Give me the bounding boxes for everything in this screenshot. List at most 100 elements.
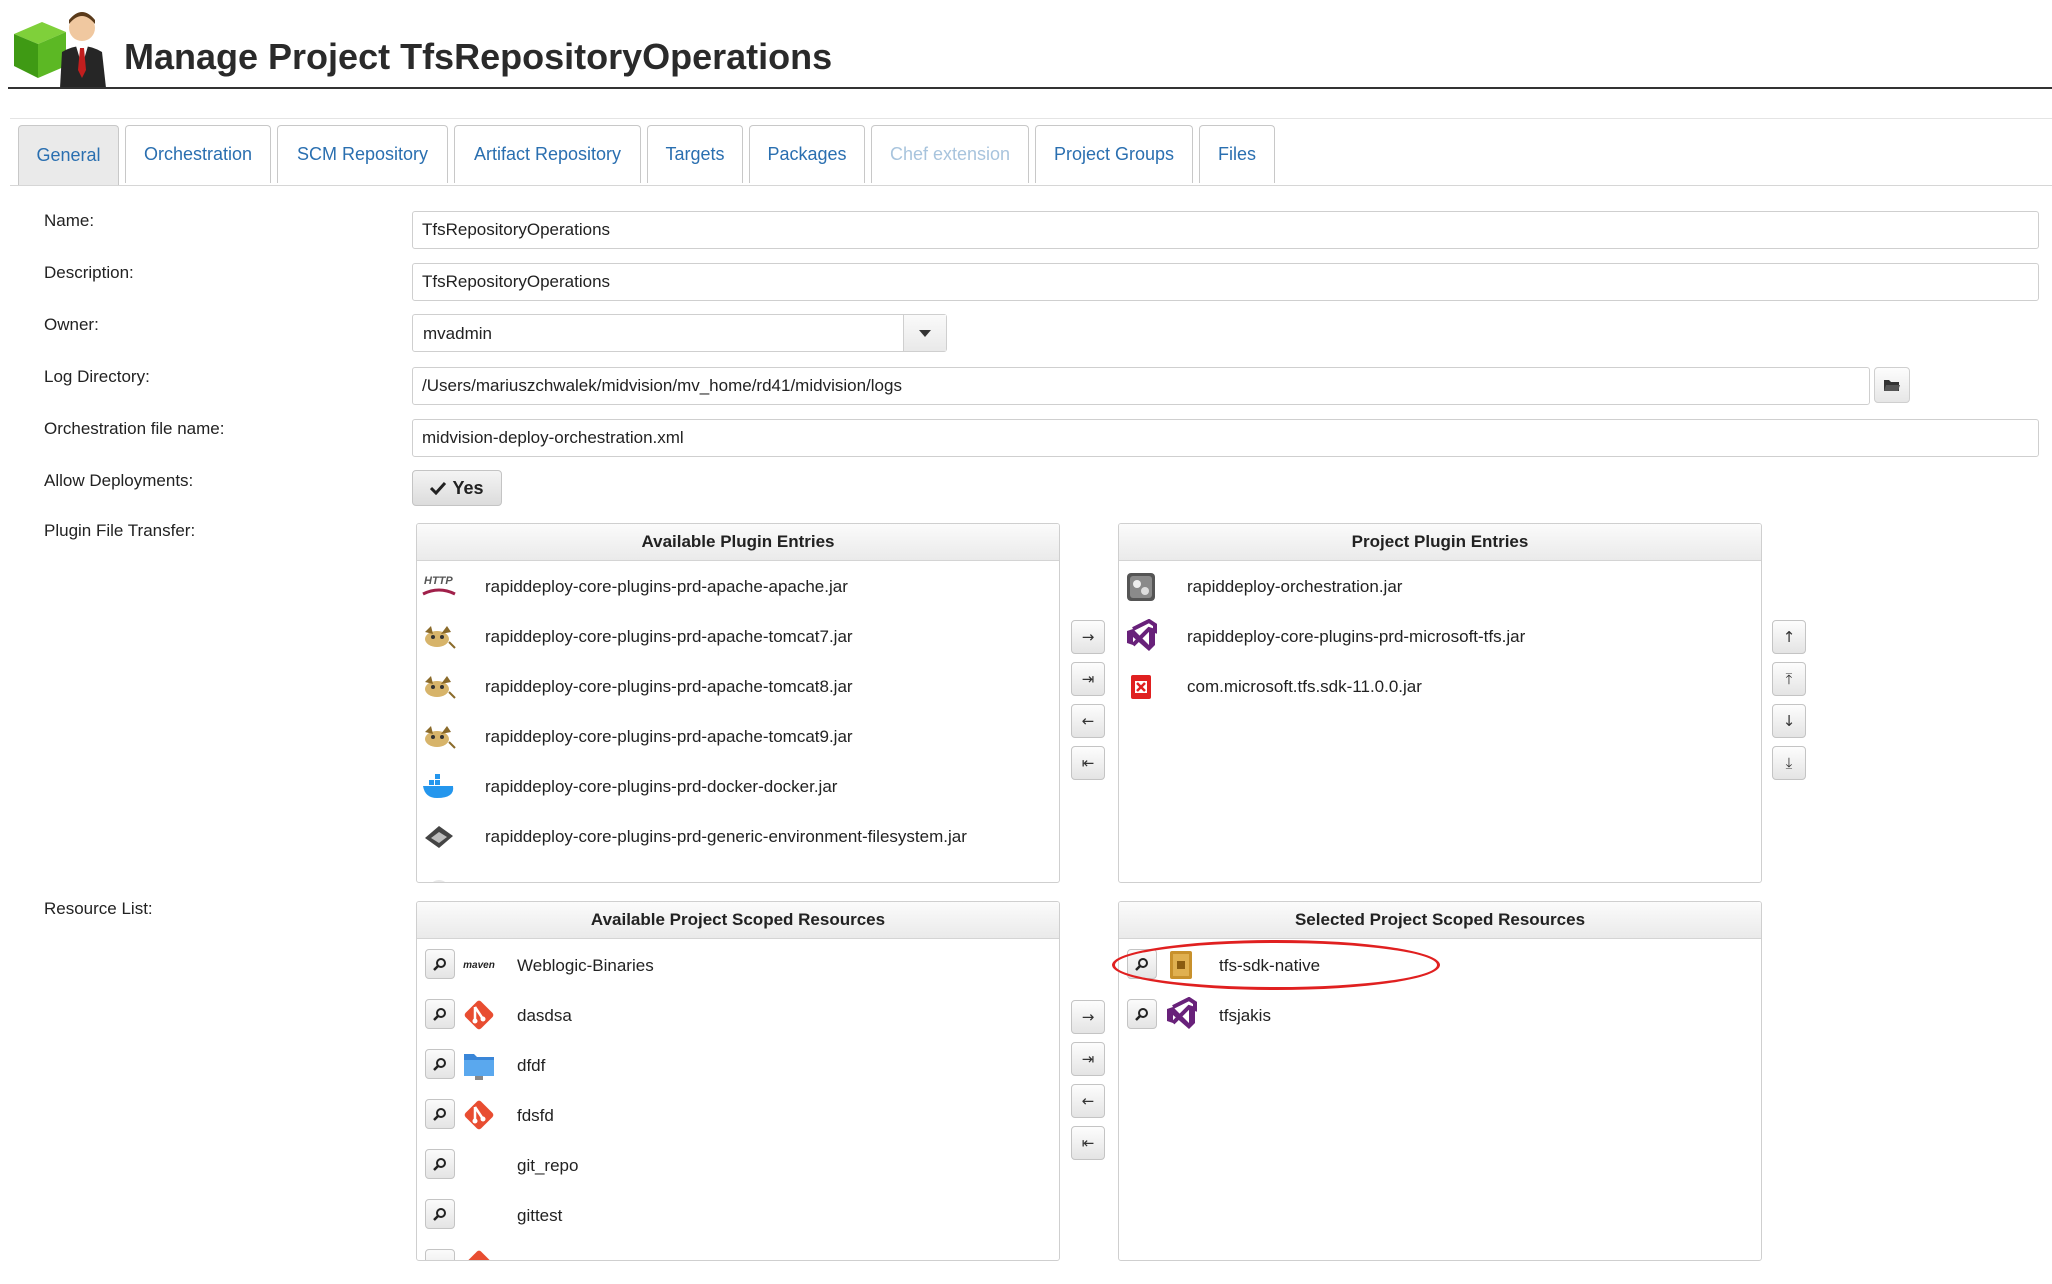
search-icon	[433, 1208, 446, 1221]
git-icon	[461, 1097, 497, 1133]
tab-targets[interactable]: Targets	[647, 125, 743, 183]
list-item[interactable]: HTTP rapiddeploy-core-plugins-prd-apache…	[417, 565, 1057, 609]
description-label: Description:	[44, 263, 134, 282]
move-top-button[interactable]: ⤒	[1772, 662, 1806, 696]
tab-scm-repository[interactable]: SCM Repository	[277, 125, 448, 183]
move-all-resources-right-button[interactable]: ⇥	[1071, 1042, 1105, 1076]
available-plugins-title: Available Plugin Entries	[417, 524, 1059, 561]
view-details-button[interactable]	[425, 1149, 455, 1179]
view-details-button	[425, 1249, 455, 1260]
tab-general[interactable]: General	[18, 125, 119, 185]
gear-icon	[421, 869, 457, 882]
log-directory-field[interactable]	[412, 367, 1870, 405]
list-item[interactable]: rapiddeploy-core-plugins-prd-generic-env…	[417, 815, 1057, 859]
list-item[interactable]: rapiddeploy-orchestration.jar	[1119, 565, 1759, 609]
available-resources-title: Available Project Scoped Resources	[417, 902, 1059, 939]
plugin-label: rapiddeploy-core-plugins-prd-apache-tomc…	[485, 727, 853, 746]
list-item[interactable]: rapiddeploy-core-plugins-prd-apache-tomc…	[417, 715, 1057, 759]
resource-label: git_repo	[517, 1156, 579, 1175]
plugin-label: rapiddeploy-core-plugins-prd-apache-apac…	[485, 577, 848, 596]
plugin-label: com.microsoft.tfs.sdk-11.0.0.jar	[1187, 677, 1422, 696]
svg-text:HTTP: HTTP	[424, 575, 453, 587]
view-details-button[interactable]	[1127, 999, 1157, 1029]
list-item[interactable]: rapiddeploy-core-plugins-prd-apache-tomc…	[417, 615, 1057, 659]
list-item[interactable]: tfsjakis	[1119, 993, 1759, 1037]
allow-deployments-label: Allow Deployments:	[44, 471, 194, 490]
plugin-label: rapiddeploy-core-plugins-prd-docker-dock…	[485, 777, 838, 796]
search-icon	[433, 1158, 446, 1171]
resource-label: fdsfd	[517, 1106, 554, 1125]
list-item-partial	[417, 1243, 1057, 1260]
plugin-label: rapiddeploy-core-plugins-prd-apache-tomc…	[485, 677, 853, 696]
name-field[interactable]	[412, 211, 2039, 249]
description-field[interactable]	[412, 263, 2039, 301]
visual-studio-icon	[1163, 997, 1199, 1033]
tab-project-groups[interactable]: Project Groups	[1035, 125, 1193, 183]
search-icon	[433, 958, 446, 971]
move-resource-left-button[interactable]: ←	[1071, 1084, 1105, 1118]
plugin-label: rapiddeploy-core-plugins-prd-generic-env…	[485, 827, 967, 846]
name-label: Name:	[44, 211, 95, 230]
move-all-resources-left-button[interactable]: ⇤	[1071, 1126, 1105, 1160]
resource-label: Weblogic-Binaries	[517, 956, 654, 975]
move-all-left-button[interactable]: ⇤	[1071, 746, 1105, 780]
orchestration-file-field[interactable]	[412, 419, 2039, 457]
tab-artifact-repository[interactable]: Artifact Repository	[454, 125, 641, 183]
move-up-button[interactable]: ↑	[1772, 620, 1806, 654]
owner-dropdown-button[interactable]	[903, 315, 946, 351]
tab-chef-extension: Chef extension	[871, 125, 1029, 183]
owner-select-value: mvadmin	[423, 324, 492, 343]
list-item[interactable]: com.microsoft.tfs.sdk-11.0.0.jar	[1119, 665, 1759, 709]
list-item[interactable]: gittest	[417, 1193, 1057, 1237]
owner-select[interactable]: mvadmin	[412, 314, 947, 352]
move-down-button[interactable]: ↓	[1772, 704, 1806, 738]
allow-deployments-toggle[interactable]: Yes	[412, 470, 502, 506]
move-all-right-button[interactable]: ⇥	[1071, 662, 1105, 696]
git-icon	[461, 997, 497, 1033]
move-right-button[interactable]: →	[1071, 620, 1105, 654]
tab-files[interactable]: Files	[1199, 125, 1275, 183]
tomcat-icon	[421, 669, 457, 705]
list-item[interactable]: maven Weblogic-Binaries	[417, 943, 1057, 987]
plugin-file-transfer-label: Plugin File Transfer:	[44, 521, 196, 540]
resource-label: dfdf	[517, 1056, 546, 1075]
view-details-button[interactable]	[425, 949, 455, 979]
move-left-button[interactable]: ←	[1071, 704, 1105, 738]
move-bottom-button[interactable]: ⤓	[1772, 746, 1806, 780]
project-plugins-panel: Project Plugin Entries rapiddeploy-orche…	[1118, 523, 1762, 883]
move-resource-right-button[interactable]: →	[1071, 1000, 1105, 1034]
visual-studio-icon	[1123, 619, 1159, 655]
view-details-button[interactable]	[425, 1099, 455, 1129]
list-item[interactable]: rapiddeploy-core-plugins-prd-docker-dock…	[417, 765, 1057, 809]
http-icon: HTTP	[421, 569, 457, 605]
tomcat-icon	[421, 719, 457, 755]
header-divider	[8, 87, 2052, 89]
folder-open-icon	[1884, 380, 1900, 391]
log-directory-label: Log Directory:	[44, 367, 150, 386]
list-item[interactable]: fdsfd	[417, 1093, 1057, 1137]
allow-deployments-value: Yes	[452, 477, 484, 498]
resource-label: tfsjakis	[1219, 1006, 1271, 1025]
plugin-label: rapiddeploy-core-plugins-prd-apache-tomc…	[485, 627, 853, 646]
checkmark-icon	[430, 481, 447, 495]
plugin-label: rapiddeploy-core-plugins-prd-microsoft-t…	[1187, 627, 1526, 646]
view-details-button[interactable]	[425, 999, 455, 1029]
browse-folder-button[interactable]	[1874, 367, 1910, 403]
search-icon	[433, 1008, 446, 1021]
view-details-button[interactable]	[425, 1049, 455, 1079]
filesystem-icon	[421, 819, 457, 855]
list-item[interactable]: dasdsa	[417, 993, 1057, 1037]
chevron-down-icon	[919, 329, 931, 337]
resource-label: gittest	[517, 1206, 563, 1225]
jar-error-icon	[1123, 669, 1159, 705]
list-item[interactable]: rapiddeploy-core-plugins-prd-microsoft-t…	[1119, 615, 1759, 659]
tab-orchestration[interactable]: Orchestration	[125, 125, 271, 183]
list-item[interactable]: dfdf	[417, 1043, 1057, 1087]
orchestration-file-label: Orchestration file name:	[44, 419, 225, 438]
tab-packages[interactable]: Packages	[749, 125, 865, 183]
view-details-button[interactable]	[425, 1199, 455, 1229]
list-item[interactable]: rapiddeploy-core-plugins-prd-apache-tomc…	[417, 665, 1057, 709]
maven-icon: maven	[463, 959, 495, 971]
list-item[interactable]: git_repo	[417, 1143, 1057, 1187]
tomcat-icon	[421, 619, 457, 655]
